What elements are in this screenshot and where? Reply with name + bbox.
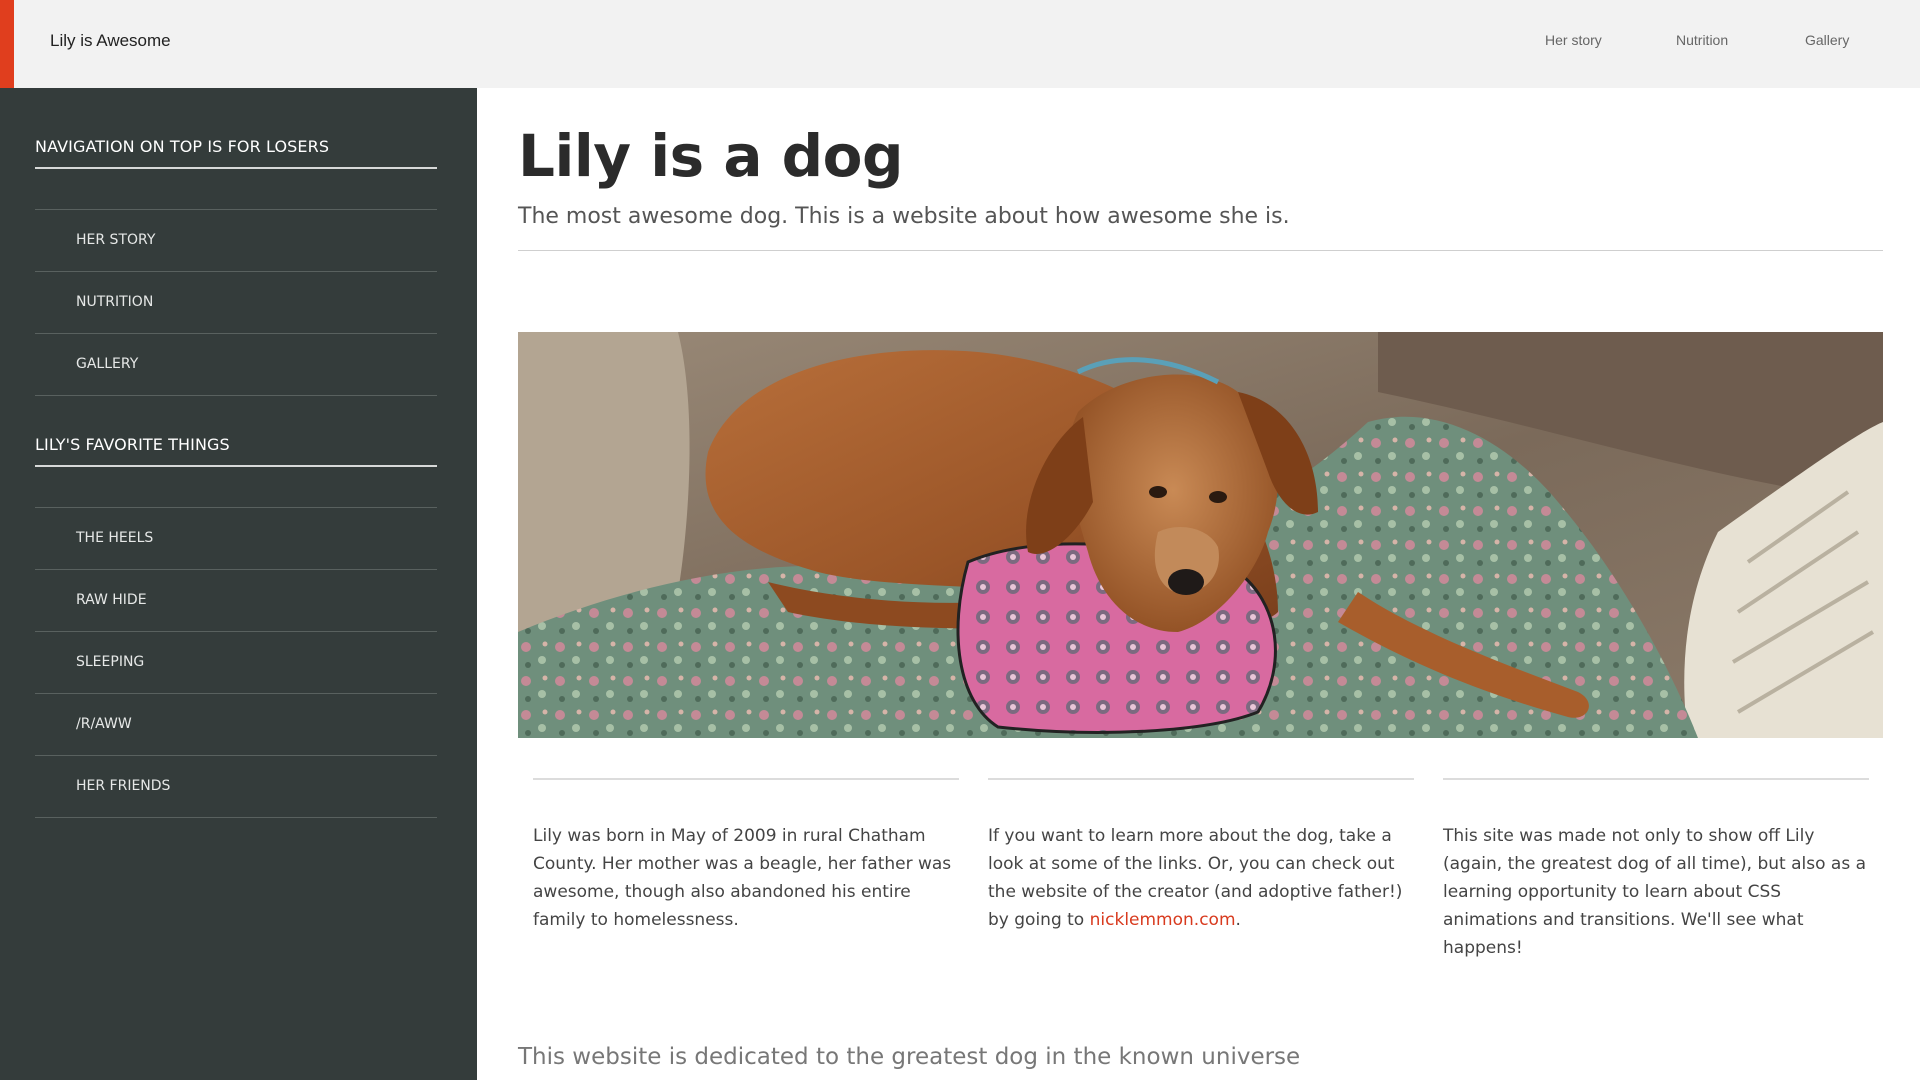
top-bar: Lily is Awesome Her story Nutrition Gall… (0, 0, 1920, 88)
sidebar-heading-navigation: NAVIGATION ON TOP IS FOR LOSERS (35, 137, 437, 169)
sidebar-divider (35, 693, 437, 694)
creator-website-link[interactable]: nicklemmon.com (1090, 910, 1236, 930)
sidebar-divider (35, 569, 437, 570)
column-site-purpose: This site was made not only to show off … (1443, 826, 1867, 958)
sidebar-divider (35, 333, 437, 334)
topnav-her-story[interactable]: Her story (1545, 32, 1602, 48)
column-learn-more: If you want to learn more about the dog,… (988, 826, 1403, 930)
sidebar-divider (35, 209, 437, 210)
sidebar-heading-favorite-things: LILY'S FAVORITE THINGS (35, 435, 437, 467)
sidebar-item-raw-hide[interactable]: RAW HIDE (76, 592, 147, 608)
sidebar-divider (35, 507, 437, 508)
sidebar-divider (35, 755, 437, 756)
brand-accent-stripe (0, 0, 14, 88)
sidebar-divider (35, 817, 437, 818)
sidebar-item-the-heels[interactable]: THE HEELS (76, 530, 153, 546)
page-subtitle: The most awesome dog. This is a website … (518, 204, 1290, 229)
hero-dog-photo (518, 332, 1883, 738)
sidebar-item-r-aww[interactable]: /R/AWW (76, 716, 132, 732)
sidebar-item-her-friends[interactable]: HER FRIENDS (76, 778, 170, 794)
sidebar-divider (35, 395, 437, 396)
site-brand[interactable]: Lily is Awesome (50, 31, 171, 51)
sidebar-divider (35, 631, 437, 632)
column-divider (988, 778, 1414, 780)
topnav-gallery[interactable]: Gallery (1805, 32, 1849, 48)
dedication-text: This website is dedicated to the greates… (518, 1044, 1301, 1070)
column-divider (533, 778, 959, 780)
sidebar-item-nutrition[interactable]: NUTRITION (76, 294, 153, 310)
page-title: Lily is a dog (518, 122, 904, 190)
sidebar-heading-rule (35, 465, 437, 467)
column-about-lily: Lily was born in May of 2009 in rural Ch… (533, 826, 952, 930)
sidebar: NAVIGATION ON TOP IS FOR LOSERS HER STOR… (0, 88, 477, 1080)
sidebar-divider (35, 271, 437, 272)
topnav-nutrition[interactable]: Nutrition (1676, 32, 1728, 48)
sidebar-item-her-story[interactable]: HER STORY (76, 232, 155, 248)
title-divider (518, 250, 1883, 251)
sidebar-item-gallery[interactable]: GALLERY (76, 356, 138, 372)
column-divider (1443, 778, 1869, 780)
sidebar-heading-rule (35, 167, 437, 169)
sidebar-item-sleeping[interactable]: SLEEPING (76, 654, 144, 670)
